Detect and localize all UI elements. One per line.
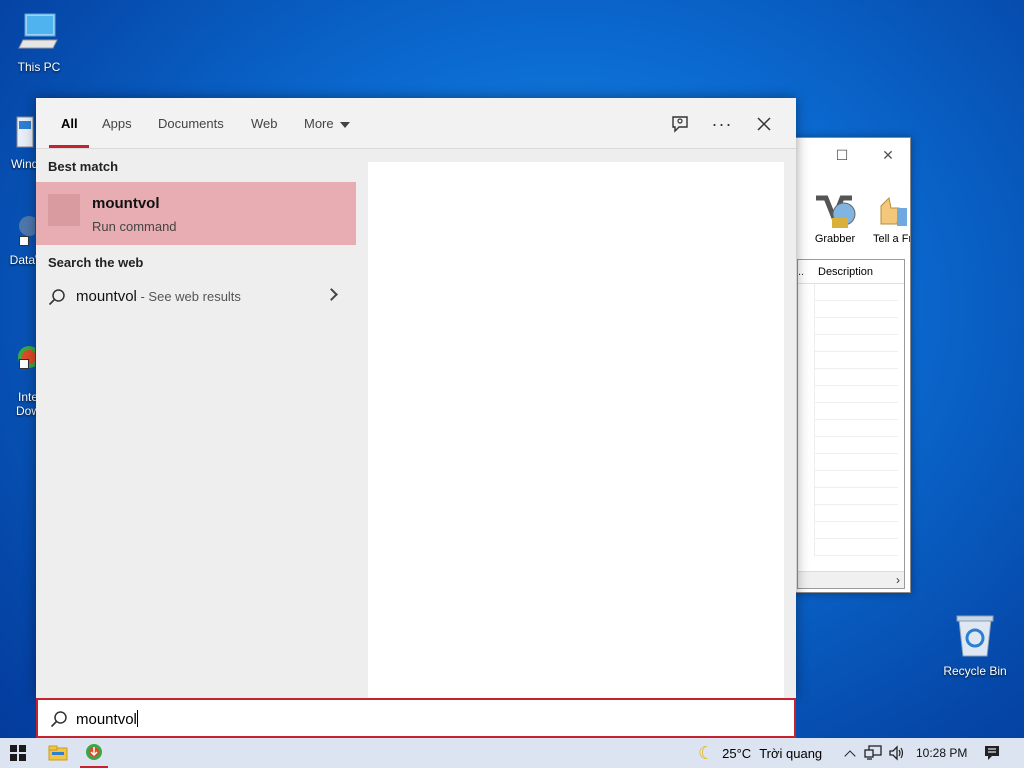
search-icon [50,711,67,728]
toolbar-label: Grabber [814,233,856,245]
toolbar-tell-a-friend-button[interactable]: Tell a Fri [869,194,911,245]
speaker-icon [889,745,904,761]
shortcut-arrow-icon [19,236,29,246]
best-match-result[interactable]: mountvol Run command [36,182,356,245]
result-type: Run command [92,219,177,234]
taskbar-file-explorer[interactable] [44,738,72,768]
result-name: mountvol [92,195,160,212]
app-icon [0,210,39,250]
computer-icon [0,10,78,57]
maximize-button[interactable]: ☐ [827,144,857,166]
results-pane: Best match mountvol Run command Search t… [36,150,356,698]
chevron-up-icon [844,749,856,762]
weather-condition: Trời quang [759,745,823,761]
scroll-right-icon[interactable]: › [896,573,900,587]
column-header-description[interactable]: Description [818,266,873,278]
grabber-icon [816,195,856,228]
notification-icon [985,746,999,760]
toolbar-grabber-button[interactable]: Grabber [807,194,863,245]
column-header-truncated: .. [798,266,805,278]
horizontal-scrollbar[interactable]: › [798,571,904,588]
tab-web[interactable]: Web [251,98,278,149]
search-panel: All Apps Documents Web More ··· Best mat… [36,98,796,698]
web-query: mountvol [76,288,137,305]
volume-button[interactable] [886,738,908,768]
taskbar-download-manager[interactable] [80,738,108,768]
desktop-icon-recycle-bin[interactable]: Recycle Bin [936,612,1014,678]
tab-all[interactable]: All [61,98,78,149]
feedback-button[interactable] [666,110,694,138]
shortcut-arrow-icon [19,359,29,369]
search-tabs: All Apps Documents Web More ··· [36,98,796,149]
web-search-result[interactable]: mountvol - See web results [36,281,356,311]
list-header[interactable]: .. Description [798,260,904,284]
app-icon [0,329,40,373]
web-result-text: mountvol - See web results [76,288,241,305]
search-box[interactable]: mountvol [36,698,796,738]
window-toolbar: Grabber Tell a Fri [797,188,911,258]
network-icon [864,745,882,760]
recycle-bin-icon [936,612,1014,661]
best-match-heading: Best match [48,159,119,174]
ellipsis-icon: ··· [711,114,733,134]
search-input[interactable]: mountvol [76,710,138,728]
start-button[interactable] [0,738,36,768]
close-icon [757,117,771,131]
desktop-icon-label: Recycle Bin [943,664,1007,678]
folder-icon [48,745,68,761]
network-button[interactable] [862,738,884,768]
search-icon [48,289,65,306]
tab-more-label: More [304,116,334,131]
desktop-icon-label: This PC [17,60,61,74]
close-button[interactable]: ✕ [873,144,903,166]
web-hint: - See web results [136,289,241,304]
toolbar-label: Tell a Fri [873,233,911,245]
search-web-heading: Search the web [48,255,144,270]
tell-a-friend-icon [880,196,907,226]
show-hidden-icons-button[interactable] [842,738,858,768]
tab-more[interactable]: More [304,98,350,149]
active-tab-indicator [49,145,89,148]
description-list[interactable]: .. Description › [797,259,905,589]
preview-pane [368,162,784,698]
tab-apps[interactable]: Apps [102,98,132,149]
chevron-right-icon[interactable] [325,288,338,301]
run-command-icon [48,194,80,226]
desktop-icon-this-pc[interactable]: This PC [0,10,78,74]
chevron-down-icon [339,121,350,128]
list-body [814,284,898,556]
tab-documents[interactable]: Documents [158,98,224,149]
weather-widget[interactable]: ☾ 25°C Trời quang [698,738,838,768]
moon-icon: ☾ [698,742,715,763]
download-manager-icon [86,744,102,760]
more-options-button[interactable]: ··· [708,110,736,138]
close-search-button[interactable] [750,110,778,138]
action-center-button[interactable] [978,738,1006,768]
clock[interactable]: 10:28 PM [916,746,967,760]
taskbar: ☾ 25°C Trời quang 10:28 PM [0,738,1024,768]
weather-temp: 25°C [722,745,752,761]
feedback-icon [672,116,688,133]
windows-logo-icon [10,745,26,761]
search-query: mountvol [76,711,137,728]
text-cursor [136,710,138,727]
